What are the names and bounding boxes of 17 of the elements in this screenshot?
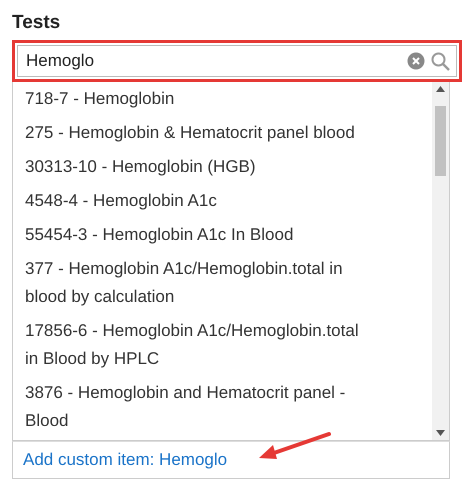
result-item[interactable]: 3876 - Hemoglobin and Hematocrit panel - Blood [13,376,373,438]
search-field[interactable]: Hemoglo [26,51,401,71]
result-item[interactable]: 377 - Hemoglobin A1c/Hemoglobin.total in blood by calculation [13,252,373,314]
search-icon[interactable] [431,52,450,70]
scroll-up-icon[interactable] [436,86,445,92]
field-label: Tests [12,11,60,35]
result-item[interactable]: 4548-4 - Hemoglobin A1c [13,184,225,218]
scroll-thumb[interactable] [435,106,446,176]
clear-icon[interactable] [407,52,425,70]
result-item[interactable]: 17856-6 - Hemoglobin A1c/Hemoglobin.total in Blood by HPLC [13,314,373,376]
result-item[interactable]: 55454-3 - Hemoglobin A1c In Blood [13,218,302,252]
scroll-down-icon[interactable] [436,430,445,436]
result-item[interactable]: 30313-10 - Hemoglobin (HGB) [13,150,264,184]
result-item[interactable]: 718-7 - Hemoglobin [13,82,182,116]
result-item[interactable]: 275 - Hemoglobin & Hematocrit panel blood [13,116,363,150]
scrollbar[interactable] [432,82,449,440]
search-box[interactable]: Hemoglo [17,45,457,77]
